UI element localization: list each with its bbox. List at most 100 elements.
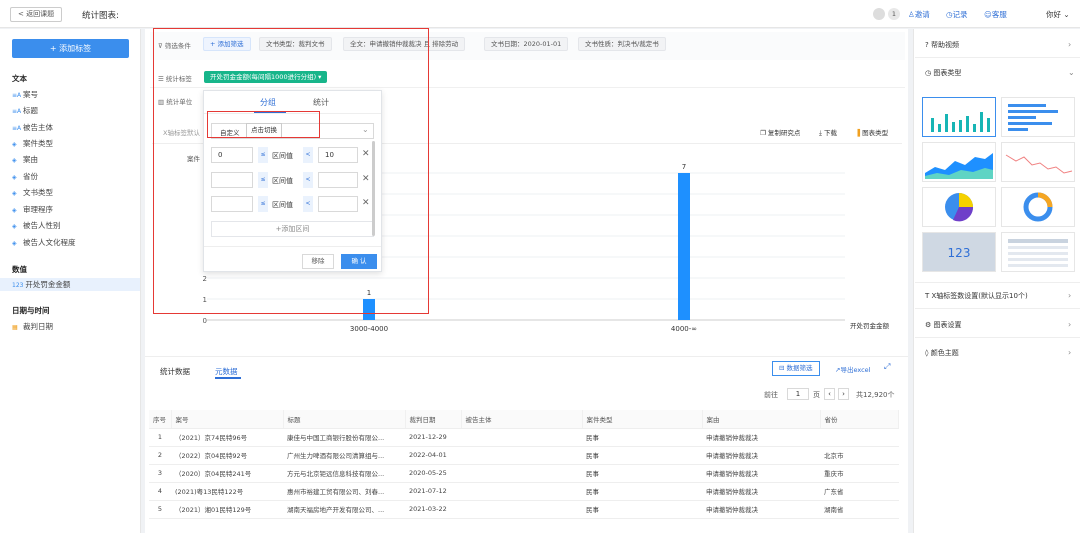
table-cell: （2021）湘01民特129号 [171, 500, 283, 519]
table-cell: 惠州市裕建工贸有限公司、刘春... [283, 482, 405, 501]
table-row[interactable]: 5 （2021）湘01民特129号 湖南天福房地产开发有限公司、... 2021… [149, 500, 899, 519]
color-theme-link[interactable]: ◊ 颜色主题 [925, 348, 959, 358]
sidebar-item-case-number[interactable]: ≡A 案号 [12, 88, 137, 101]
text-icon: ≡A [12, 125, 22, 132]
table-cell: 申请撤销仲裁裁决 [702, 482, 820, 501]
table-row[interactable]: 2 （2022）京04民特92号 广州生力啤酒有限公司清算组与... 2022-… [149, 446, 899, 465]
export-excel-button[interactable]: ↗导出excel [835, 364, 870, 374]
chart-setting-link[interactable]: ⚙ 图表设置 [925, 320, 962, 330]
sidebar-item-judgment-date[interactable]: ▦ 裁判日期 [12, 320, 137, 333]
table-cell: 重庆市 [820, 464, 899, 483]
table-row[interactable]: 1 （2021）京74民特96号 康佳与中国工商银行股份有限公... 2021-… [149, 428, 899, 447]
sidebar-item-label: 裁判日期 [23, 322, 53, 331]
sidebar-item-province[interactable]: ◈ 省份 [12, 170, 137, 183]
table-row[interactable]: 4 (2021)粤13民特122号 惠州市裕建工贸有限公司、刘春... 2021… [149, 482, 899, 501]
table-row[interactable]: 3 （2020）京04民特241号 方元与北京钜远信息科技有限公... 2020… [149, 464, 899, 483]
chart-type-section[interactable]: ◷ 图表类型 [925, 68, 961, 78]
service-label: 客服 [991, 10, 1007, 19]
fullscreen-icon[interactable]: ⤢ [884, 362, 890, 372]
layers-icon: ◈ [12, 174, 17, 181]
chart-type-section-label: 图表类型 [933, 69, 962, 77]
help-video-link[interactable]: ? 帮助视频 [925, 40, 959, 50]
column-header[interactable]: 裁判日期 [405, 410, 462, 429]
table-cell: 2021-03-22 [405, 500, 461, 519]
chart-thumb-line[interactable] [1001, 142, 1075, 182]
column-header[interactable]: 被告主体 [461, 410, 583, 429]
notification-badge[interactable]: 1 [888, 8, 900, 20]
color-theme-label: 颜色主题 [930, 349, 959, 357]
avatar[interactable] [873, 8, 885, 20]
pager-goto-label: 前往 [764, 391, 778, 399]
table-cell: 2020-05-25 [405, 464, 461, 483]
sidebar-item-cause[interactable]: ◈ 案由 [12, 153, 137, 166]
sidebar-item-label: 文书类型 [23, 188, 53, 197]
sidebar-item-fine-amount[interactable]: 123 开处罚金金额 [0, 278, 140, 291]
chart-thumb-area[interactable] [922, 142, 996, 182]
invite-link[interactable]: ♙邀请 [908, 9, 930, 20]
x-tick-label: 4000-∞ [671, 325, 697, 333]
chevron-down-icon: ⌄ [1063, 10, 1070, 19]
sidebar-item-procedure[interactable]: ◈ 审理程序 [12, 203, 137, 216]
tab-stats-data[interactable]: 统计数据 [160, 366, 190, 377]
data-filter-button[interactable]: ⊟ 数据筛选 [772, 361, 820, 376]
number-icon: 123 [12, 282, 24, 289]
donut-chart-icon [1023, 192, 1053, 222]
layers-icon: ◈ [12, 190, 17, 197]
filter-chip[interactable]: 文书日期：2020-01-01 [484, 37, 569, 51]
table-cell: 2 [149, 446, 171, 465]
area-chart-icon [925, 153, 993, 179]
sidebar-item-doc-type[interactable]: ◈ 文书类型 [12, 186, 137, 199]
table-cell: 方元与北京钜远信息科技有限公... [283, 464, 405, 483]
clock-icon: ◷ [925, 69, 932, 77]
page-input[interactable]: 1 [787, 388, 809, 400]
table-cell: 民事 [582, 446, 702, 465]
sidebar-item-case-type[interactable]: ◈ 案件类型 [12, 137, 137, 150]
table-cell: 康佳与中国工商银行股份有限公... [283, 428, 405, 447]
x-tick-label: 3000-4000 [350, 325, 388, 333]
chart-thumb-pie[interactable] [922, 187, 996, 227]
chart-thumb-hbar[interactable] [1001, 97, 1075, 137]
back-button[interactable]: < 返回课题 [10, 7, 63, 22]
column-header[interactable]: 序号 [149, 410, 172, 429]
layers-icon: ◈ [12, 207, 17, 214]
table-cell: 2021-07-12 [405, 482, 461, 501]
column-header[interactable]: 案件类型 [582, 410, 703, 429]
filter-chip[interactable]: 文书性质：判决书/裁定书 [578, 37, 666, 51]
sidebar-item-label: 标题 [23, 106, 38, 115]
chart-thumb-number[interactable]: 123 [922, 232, 996, 272]
table-cell: 4 [149, 482, 171, 501]
table-cell: 3 [149, 464, 171, 483]
column-header[interactable]: 标题 [283, 410, 406, 429]
column-header[interactable]: 省份 [820, 410, 899, 429]
record-link[interactable]: ◷记录 [946, 9, 968, 20]
user-menu[interactable]: 你好 ⌄ [1046, 9, 1070, 20]
chart-thumb-donut[interactable] [1001, 187, 1075, 227]
sidebar-item-defendant[interactable]: ≡A 被告主体 [12, 121, 137, 134]
next-page-button[interactable]: › [838, 388, 849, 400]
x-axis-setting-link[interactable]: T X轴标签数设置(默认显示10个) [925, 291, 1028, 301]
chevron-right-icon: › [1068, 40, 1072, 49]
column-header[interactable]: 案由 [702, 410, 821, 429]
layers-icon: ◈ [12, 157, 17, 164]
table-cell: （2021）京74民特96号 [171, 428, 283, 447]
table-cell [820, 428, 899, 447]
add-tag-button[interactable]: + 添加标签 [12, 39, 129, 58]
table-cell: 广东省 [820, 482, 899, 501]
pager-unit: 页 [813, 391, 820, 399]
prev-page-button[interactable]: ‹ [824, 388, 835, 400]
sidebar-item-gender[interactable]: ◈ 被告人性别 [12, 219, 137, 232]
tab-metadata[interactable]: 元数据 [215, 366, 238, 377]
y-tick-label: 0 [203, 317, 207, 325]
chart-thumb-table[interactable] [1001, 232, 1075, 272]
service-link[interactable]: ☺客服 [984, 9, 1007, 20]
sidebar-item-education[interactable]: ◈ 被告人文化程度 [12, 236, 137, 249]
top-bar: < 返回课题 统计图表: 1 ♙邀请 ◷记录 ☺客服 你好 ⌄ [0, 0, 1080, 28]
table-cell: 1 [149, 428, 171, 447]
chevron-right-icon: › [1068, 320, 1072, 329]
sidebar-item-title[interactable]: ≡A 标题 [12, 104, 137, 117]
filter-icon: ⊟ [779, 364, 785, 372]
chart-thumb-bar[interactable] [922, 97, 996, 137]
divider [915, 337, 1080, 338]
divider [915, 57, 1080, 58]
column-header[interactable]: 案号 [171, 410, 284, 429]
